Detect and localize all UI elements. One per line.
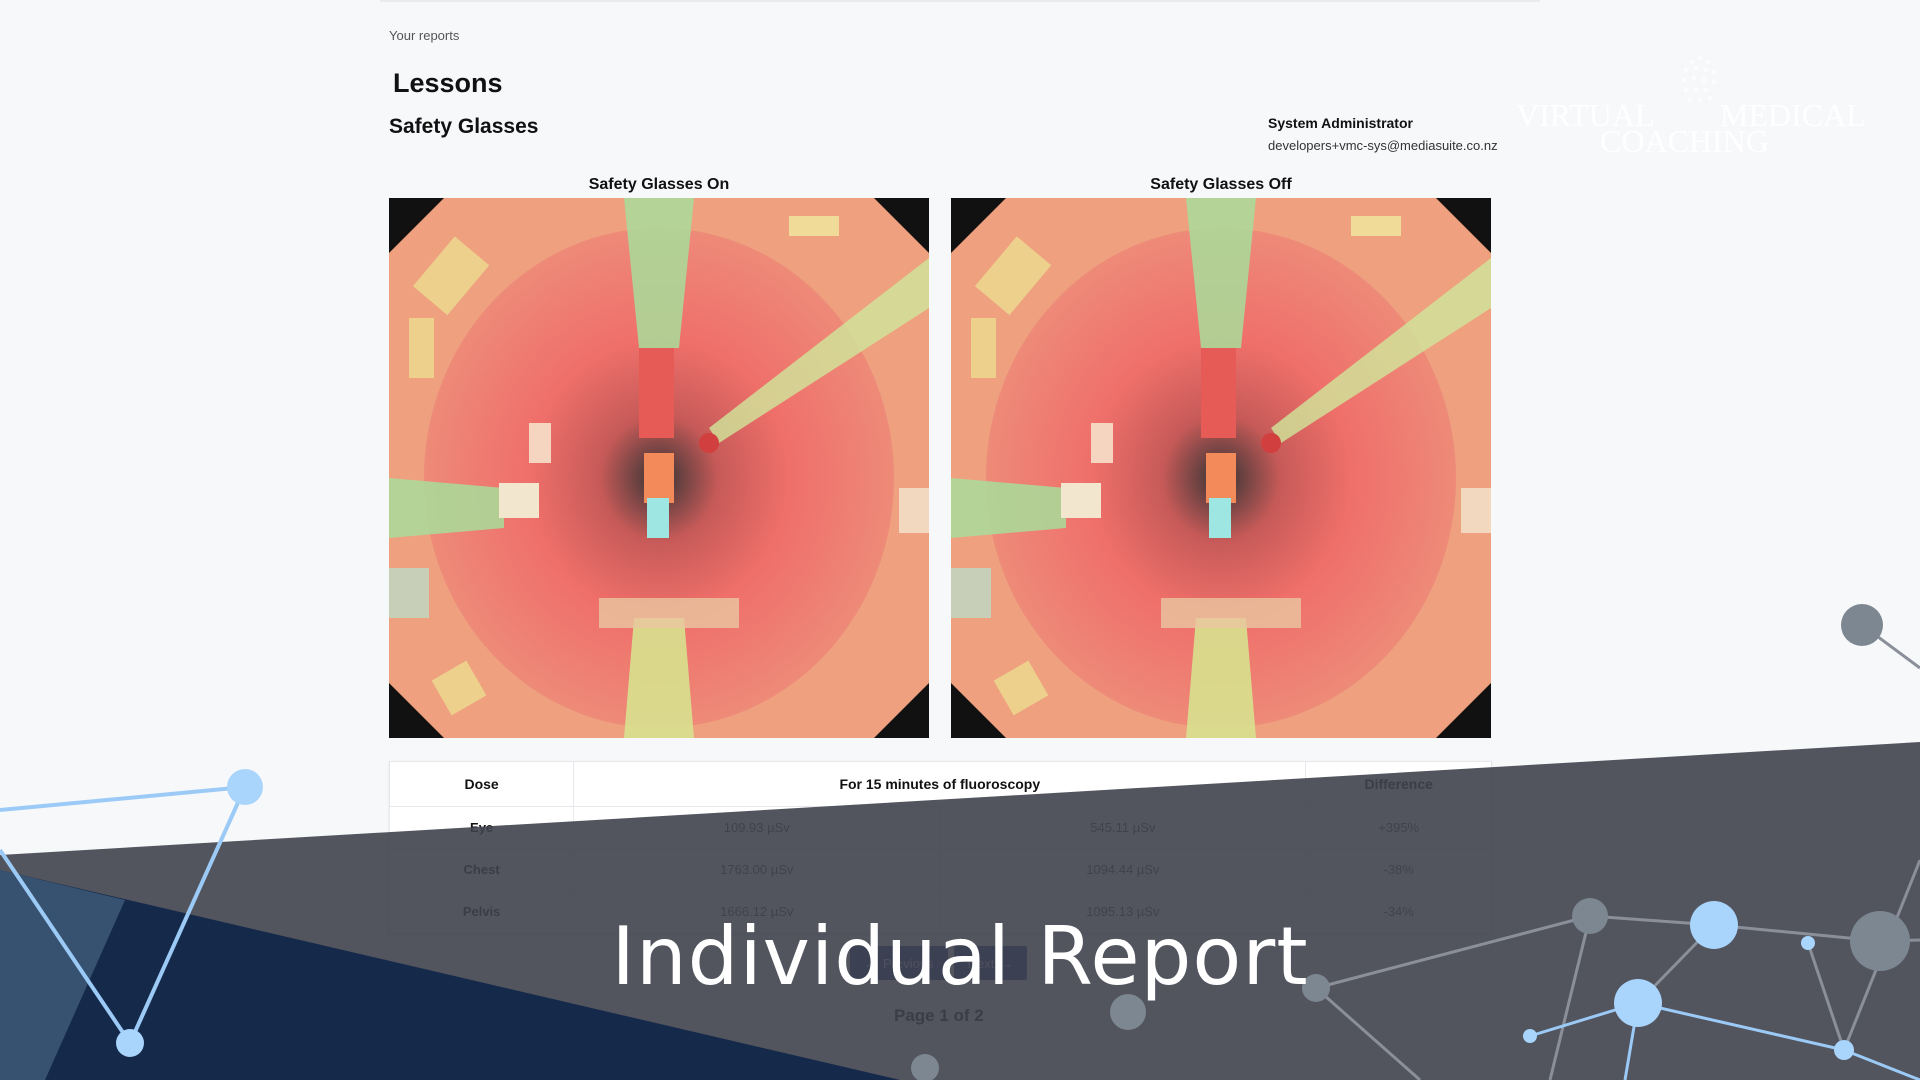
header-dose: Dose — [388, 761, 575, 807]
table-row: Eye 109.93 µSv 545.11 µSv +395% — [388, 806, 1492, 849]
banner-title: Individual Report — [611, 910, 1309, 1003]
user-email: developers+vmc-sys@mediasuite.co.nz — [1268, 138, 1498, 153]
page-title: Lessons — [393, 68, 503, 98]
table-header-row: Dose For 15 minutes of fluoroscopy Diffe… — [388, 761, 1492, 807]
heatmap-glasses-on — [389, 198, 929, 738]
dose-table: Dose For 15 minutes of fluoroscopy Diffe… — [388, 761, 1492, 933]
breadcrumb[interactable]: Your reports — [389, 28, 459, 43]
header-difference: Difference — [1305, 761, 1492, 807]
image-label-glasses-on: Safety Glasses On — [588, 176, 730, 193]
row-label: Chest — [388, 848, 575, 891]
row-label: Eye — [388, 806, 575, 849]
table-row: Chest 1763.00 µSv 1094.44 µSv -38% — [388, 848, 1492, 891]
dose-on-value: 1763.00 µSv — [573, 848, 941, 891]
dose-off-value: 1094.44 µSv — [939, 848, 1307, 891]
page-info: Page 1 of 2 — [894, 1006, 984, 1025]
header-fluoroscopy: For 15 minutes of fluoroscopy — [573, 761, 1307, 807]
dose-on-value: 109.93 µSv — [573, 806, 941, 849]
vmc-logo: VIRTUAL MEDICAL COACHING — [1516, 56, 1866, 159]
logo-text-coaching: COACHING — [1600, 123, 1769, 159]
difference-value: +395% — [1305, 806, 1492, 849]
difference-value: -38% — [1305, 848, 1492, 891]
dose-off-value: 545.11 µSv — [939, 806, 1307, 849]
heatmap-glasses-off — [951, 198, 1491, 738]
user-info: System Administrator developers+vmc-sys@… — [1268, 115, 1498, 153]
image-label-glasses-off: Safety Glasses Off — [1150, 176, 1292, 193]
top-divider — [380, 0, 1540, 2]
user-name: System Administrator — [1268, 115, 1413, 131]
lesson-title: Safety Glasses — [389, 115, 539, 138]
